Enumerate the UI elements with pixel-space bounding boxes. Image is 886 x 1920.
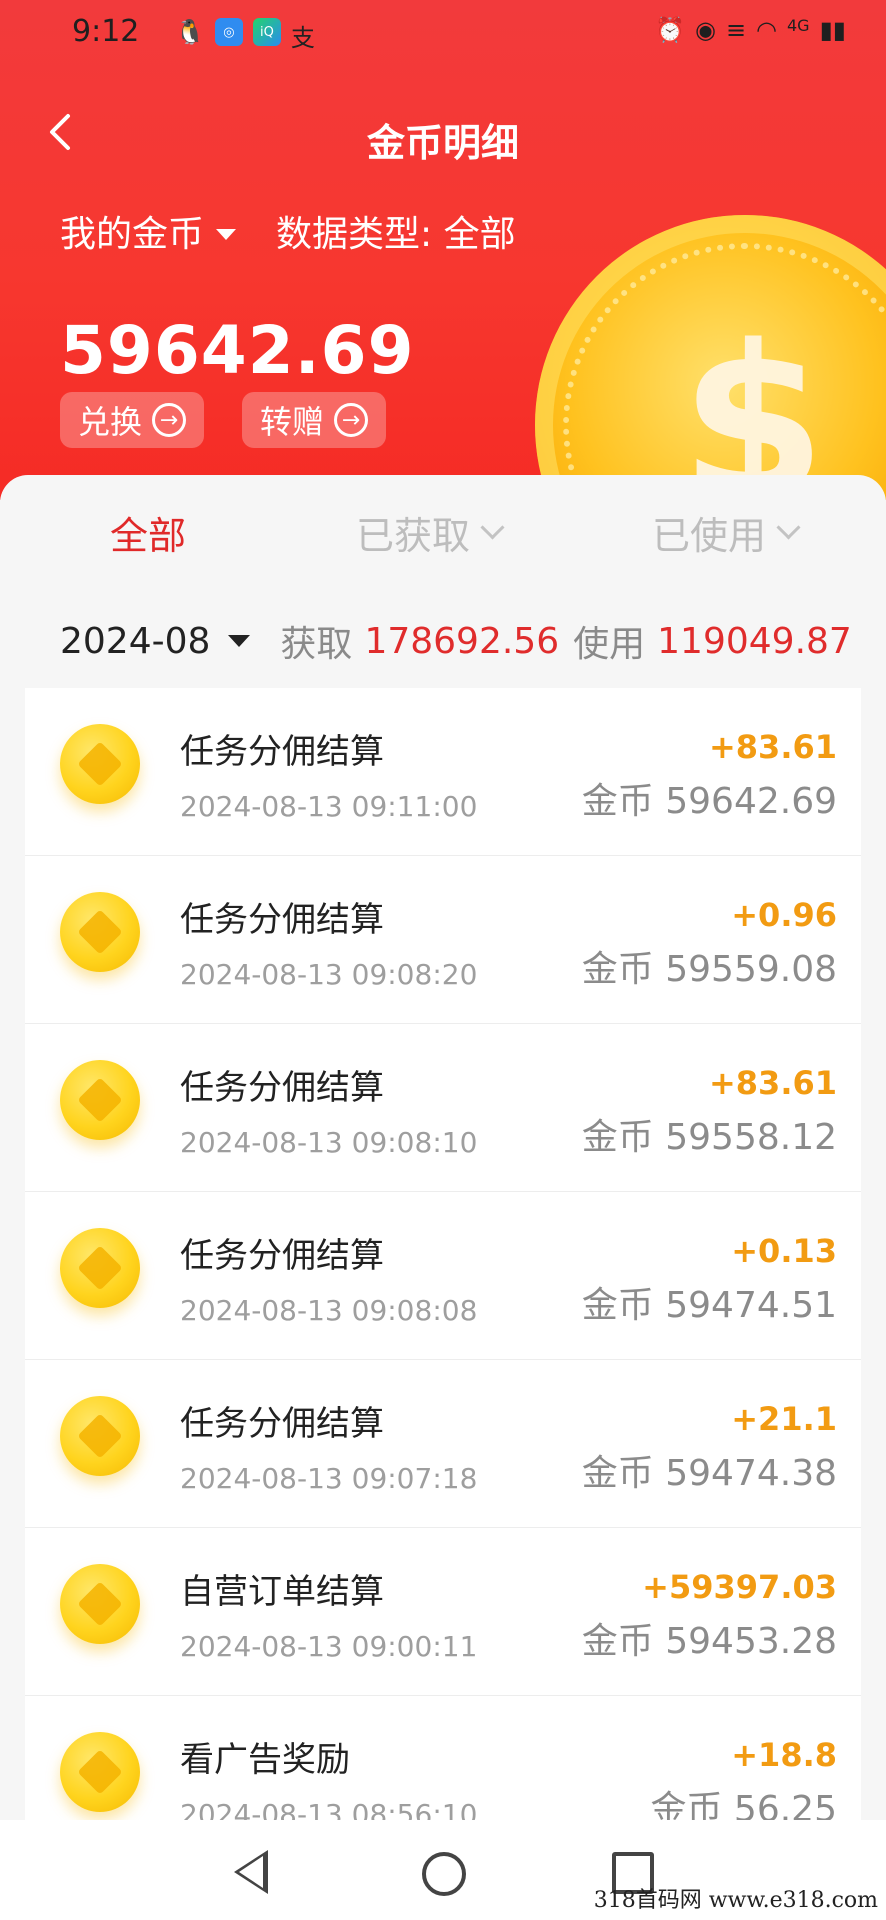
- caret-down-icon[interactable]: [228, 635, 251, 647]
- earn-total: 178692.56: [364, 620, 560, 662]
- coin-icon: [60, 1732, 140, 1812]
- coin-icon: [60, 892, 140, 972]
- gift-label: 转赠: [260, 403, 325, 441]
- filter-row: 我的金币 数据类型: 全部: [60, 205, 516, 257]
- record-amount: +59397.03: [642, 1568, 837, 1606]
- iqiyi-icon: iQ: [252, 18, 281, 46]
- list-item[interactable]: 任务分佣结算 2024-08-13 09:08:08 +0.13 金币 5947…: [25, 1192, 861, 1360]
- tab-used[interactable]: 已使用: [652, 505, 801, 560]
- chevron-down-icon: [480, 515, 505, 540]
- record-amount: +0.13: [731, 1232, 837, 1270]
- record-amount: +21.1: [731, 1400, 837, 1438]
- record-list: 任务分佣结算 2024-08-13 09:11:00 +83.61 金币 596…: [25, 688, 861, 1864]
- use-label: 使用: [573, 624, 646, 665]
- chevron-down-icon: [776, 515, 801, 540]
- record-name: 任务分佣结算: [180, 1404, 384, 1444]
- exchange-button[interactable]: 兑换 →: [60, 392, 205, 448]
- use-total: 119049.87: [657, 620, 852, 662]
- record-time: 2024-08-13 09:08:10: [180, 1126, 478, 1159]
- record-name: 任务分佣结算: [180, 1236, 384, 1276]
- alarm-icon: ⏰: [655, 16, 685, 44]
- list-item[interactable]: 任务分佣结算 2024-08-13 09:07:18 +21.1 金币 5947…: [25, 1360, 861, 1528]
- tab-label: 全部: [110, 514, 187, 558]
- record-balance: 金币 59474.51: [581, 1285, 837, 1326]
- battery-icon: ▮▮: [819, 16, 846, 44]
- list-item[interactable]: 任务分佣结算 2024-08-13 09:11:00 +83.61 金币 596…: [25, 688, 861, 856]
- exchange-label: 兑换: [78, 403, 143, 441]
- system-nav-bar: 318首码网 www.e318.com: [0, 1820, 886, 1920]
- tab-bar: 全部 已获取 已使用: [0, 475, 886, 585]
- record-name: 任务分佣结算: [180, 732, 384, 772]
- tab-earned[interactable]: 已获取: [356, 505, 505, 560]
- record-name: 任务分佣结算: [180, 1068, 384, 1108]
- signal-icon: 4G: [787, 16, 810, 35]
- caret-down-icon: [216, 228, 237, 240]
- tab-label: 已获取: [356, 514, 471, 558]
- alipay-icon: 支: [290, 24, 315, 52]
- record-time: 2024-08-13 09:00:11: [180, 1630, 478, 1663]
- record-amount: +18.8: [731, 1736, 837, 1774]
- coin-icon: [60, 1060, 140, 1140]
- record-time: 2024-08-13 09:11:00: [180, 790, 478, 823]
- coin-icon: [60, 1564, 140, 1644]
- coin-icon: [60, 1228, 140, 1308]
- record-amount: +83.61: [708, 1064, 837, 1102]
- data-type-selector[interactable]: 数据类型: 全部: [276, 205, 516, 257]
- record-name: 任务分佣结算: [180, 900, 384, 940]
- watermark: 318首码网 www.e318.com: [593, 1888, 878, 1913]
- home-circle-icon[interactable]: [422, 1852, 466, 1896]
- nav-bar: 金币明细: [0, 100, 886, 180]
- coin-balance: 59642.69: [60, 312, 415, 389]
- record-balance: 金币 59642.69: [581, 781, 837, 822]
- page-title: 金币明细: [366, 121, 519, 165]
- my-coin-label: 我的金币: [60, 214, 205, 255]
- my-coin-dropdown[interactable]: 我的金币: [60, 205, 237, 257]
- arrow-right-circle-icon: →: [334, 403, 369, 437]
- records-panel: 全部 已获取 已使用 2024-08 获取 178692.56 使用 11904…: [0, 475, 886, 1920]
- location-icon: ◉: [694, 16, 716, 44]
- record-time: 2024-08-13 09:07:18: [180, 1462, 478, 1495]
- dollar-icon: $: [680, 300, 827, 500]
- vibrate-icon: ≡: [725, 16, 747, 44]
- qq-icon: 🐧: [175, 18, 205, 46]
- record-balance: 金币 59558.12: [581, 1117, 837, 1158]
- month-summary: 2024-08 获取 178692.56 使用 119049.87: [60, 615, 866, 667]
- coin-icon: [60, 724, 140, 804]
- tab-label: 已使用: [652, 514, 767, 558]
- gift-button[interactable]: 转赠 →: [242, 392, 387, 448]
- wifi-icon: ◠: [756, 16, 777, 44]
- earn-label: 获取: [280, 624, 353, 665]
- record-name: 看广告奖励: [180, 1740, 350, 1780]
- record-balance: 金币 59559.08: [581, 949, 837, 990]
- list-item[interactable]: 任务分佣结算 2024-08-13 09:08:20 +0.96 金币 5955…: [25, 856, 861, 1024]
- month-selector[interactable]: 2024-08: [60, 621, 210, 662]
- record-amount: +83.61: [708, 728, 837, 766]
- arrow-right-circle-icon: →: [152, 403, 187, 437]
- status-time: 9:12: [72, 14, 140, 49]
- browser-icon: ◎: [214, 18, 243, 46]
- tab-all[interactable]: 全部: [110, 505, 186, 560]
- record-time: 2024-08-13 09:08:20: [180, 958, 478, 991]
- list-item[interactable]: 自营订单结算 2024-08-13 09:00:11 +59397.03 金币 …: [25, 1528, 861, 1696]
- record-balance: 金币 59453.28: [581, 1621, 837, 1662]
- coin-icon: [60, 1396, 140, 1476]
- record-balance: 金币 59474.38: [581, 1453, 837, 1494]
- status-bar: 9:12 🐧 ◎ iQ 支 ⏰ ◉ ≡ ◠ 4G ▮▮: [0, 0, 886, 70]
- back-triangle-icon[interactable]: [234, 1850, 268, 1894]
- record-name: 自营订单结算: [180, 1572, 384, 1612]
- header: $ 9:12 🐧 ◎ iQ 支 ⏰ ◉ ≡ ◠ 4G ▮▮ 金币明细 我的金币 …: [0, 0, 886, 500]
- record-amount: +0.96: [731, 896, 837, 934]
- list-item[interactable]: 任务分佣结算 2024-08-13 09:08:10 +83.61 金币 595…: [25, 1024, 861, 1192]
- big-coin-illustration: $: [535, 215, 886, 500]
- record-time: 2024-08-13 09:08:08: [180, 1294, 478, 1327]
